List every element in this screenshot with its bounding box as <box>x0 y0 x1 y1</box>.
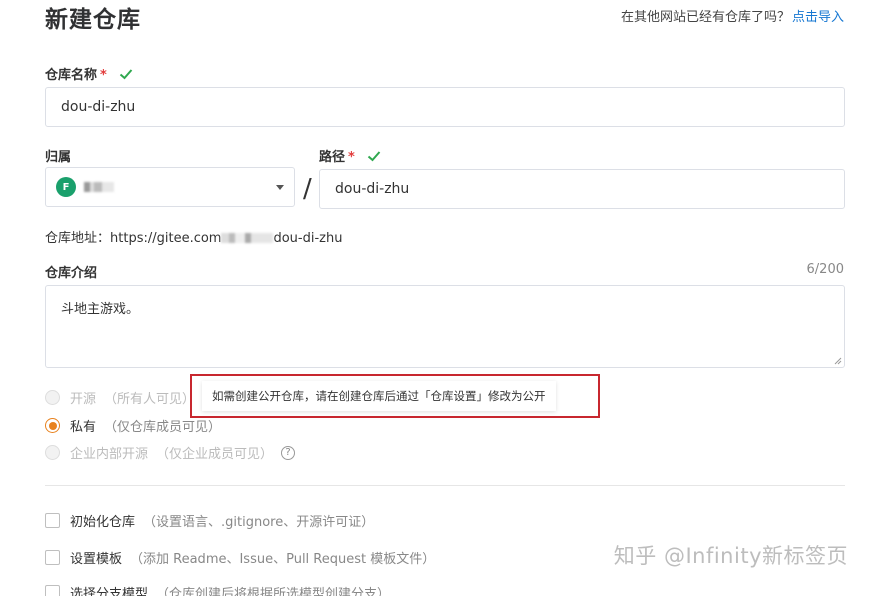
repo-name-value: dou-di-zhu <box>61 99 136 115</box>
description-counter: 6/200 <box>806 262 844 277</box>
option-hint: （添加 Readme、Issue、Pull Request 模板文件） <box>130 552 436 567</box>
description-label: 仓库介绍 <box>45 266 98 281</box>
required-mark: * <box>100 68 107 83</box>
avatar: F <box>56 177 76 197</box>
visibility-tooltip: 如需创建公开仓库，请在创建仓库后通过「仓库设置」修改为公开 <box>190 374 600 418</box>
radio-public[interactable] <box>45 390 60 405</box>
help-icon[interactable]: ? <box>281 445 296 460</box>
resize-grip-icon[interactable] <box>834 357 842 365</box>
required-mark: * <box>348 150 355 165</box>
repo-url-prefix: https://gitee.com <box>110 231 222 246</box>
checkbox-init-repo[interactable] <box>45 513 60 528</box>
radio-label: 开源 <box>70 392 97 407</box>
radio-label: 企业内部开源 <box>70 447 149 462</box>
radio-hint: （所有人可见） <box>104 392 196 407</box>
import-link[interactable]: 点击导入 <box>792 10 844 25</box>
repo-name-label: 仓库名称 * <box>45 64 133 83</box>
check-icon <box>120 69 133 80</box>
checkbox-template[interactable] <box>45 550 60 565</box>
radio-hint: （仅企业成员可见） <box>156 447 274 462</box>
caret-down-icon <box>276 185 284 190</box>
page-title: 新建仓库 <box>45 7 141 33</box>
option-template[interactable]: 设置模板 （添加 Readme、Issue、Pull Request 模板文件） <box>45 548 435 567</box>
visibility-option-private[interactable]: 私有 （仅仓库成员可见） <box>45 416 221 435</box>
tooltip-text: 如需创建公开仓库，请在创建仓库后通过「仓库设置」修改为公开 <box>202 381 556 411</box>
repo-url-suffix: dou-di-zhu <box>273 231 343 246</box>
owner-label: 归属 <box>45 150 72 165</box>
radio-private[interactable] <box>45 418 60 433</box>
path-input[interactable]: dou-di-zhu <box>319 169 845 209</box>
import-hint: 在其他网站已经有仓库了吗？ 点击导入 <box>621 6 844 25</box>
description-value: 斗地主游戏。 <box>61 302 140 317</box>
repo-name-input[interactable]: dou-di-zhu <box>45 87 845 127</box>
radio-enterprise[interactable] <box>45 445 60 460</box>
owner-select[interactable]: F <box>45 167 295 207</box>
check-icon <box>368 151 381 162</box>
checkbox-branch-model[interactable] <box>45 585 60 596</box>
option-branch-model[interactable]: 选择分支模型 （仓库创建后将根据所选模型创建分支） <box>45 583 390 596</box>
repo-url: 仓库地址：https://gitee.com dou-di-zhu <box>45 227 342 246</box>
option-hint: （设置语言、.gitignore、开源许可证） <box>143 515 375 530</box>
watermark: 知乎 @Infinity新标签页 <box>613 544 848 568</box>
visibility-option-enterprise[interactable]: 企业内部开源 （仅企业成员可见） ? <box>45 443 296 462</box>
repo-url-label: 仓库地址： <box>45 231 111 246</box>
radio-label: 私有 <box>70 420 97 435</box>
description-textarea[interactable]: 斗地主游戏。 <box>45 285 845 368</box>
path-label: 路径 * <box>319 146 381 165</box>
owner-name-redacted <box>84 182 114 192</box>
path-label-text: 路径 <box>319 150 346 165</box>
divider <box>45 485 845 486</box>
option-label: 选择分支模型 <box>70 587 149 596</box>
repo-name-label-text: 仓库名称 <box>45 68 98 83</box>
option-label: 初始化仓库 <box>70 515 136 530</box>
option-label: 设置模板 <box>70 552 123 567</box>
path-separator: / <box>303 174 312 204</box>
path-value: dou-di-zhu <box>335 181 410 197</box>
repo-url-redacted <box>221 233 274 243</box>
option-init-repo[interactable]: 初始化仓库 （设置语言、.gitignore、开源许可证） <box>45 511 374 530</box>
option-hint: （仓库创建后将根据所选模型创建分支） <box>156 587 391 596</box>
radio-hint: （仅仓库成员可见） <box>104 420 222 435</box>
import-hint-text: 在其他网站已经有仓库了吗？ <box>620 10 790 25</box>
